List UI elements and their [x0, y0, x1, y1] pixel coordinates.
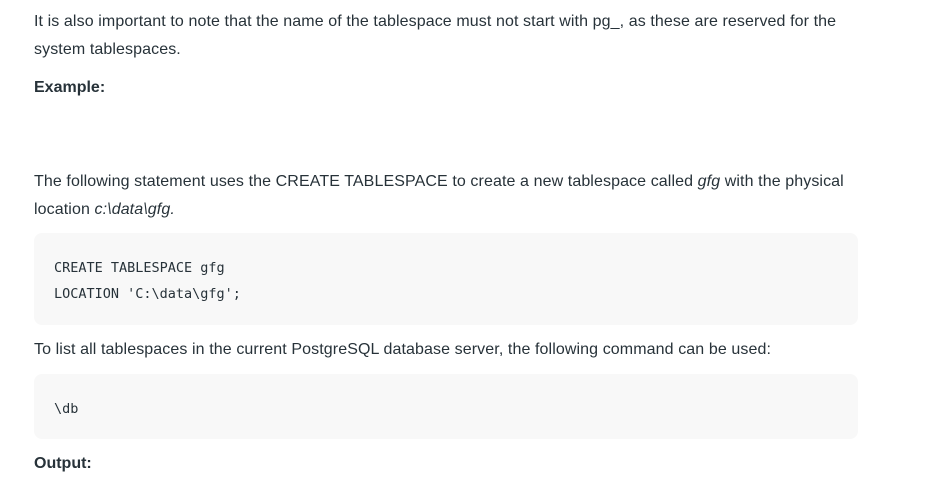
code-line: \db: [54, 401, 79, 417]
code-line: LOCATION 'C:\data\gfg';: [54, 286, 241, 302]
paragraph-create-statement: The following statement uses the CREATE …: [34, 168, 864, 224]
paragraph-text: To list all tablespaces in the current P…: [34, 341, 772, 358]
heading-output: Output:: [34, 455, 92, 472]
inline-keyword: CREATE TABLESPACE: [275, 173, 448, 190]
paragraph-tablespace-naming: It is also important to note that the na…: [34, 8, 864, 64]
paragraph-list-tablespaces: To list all tablespaces in the current P…: [34, 336, 864, 364]
code-block-create[interactable]: CREATE TABLESPACE gfg LOCATION 'C:\data\…: [34, 233, 858, 325]
tablespace-name: gfg: [697, 173, 721, 190]
physical-location: c:\data\gfg.: [94, 201, 175, 218]
paragraph-text: It is also important to note that the na…: [34, 13, 837, 58]
paragraph-text-part: The following statement uses the: [34, 173, 276, 190]
code-line: CREATE TABLESPACE gfg: [54, 260, 225, 276]
paragraph-text-part: to create a new tablespace called: [447, 173, 698, 190]
code-block-list[interactable]: \db: [34, 374, 858, 439]
heading-example: Example:: [34, 79, 106, 96]
